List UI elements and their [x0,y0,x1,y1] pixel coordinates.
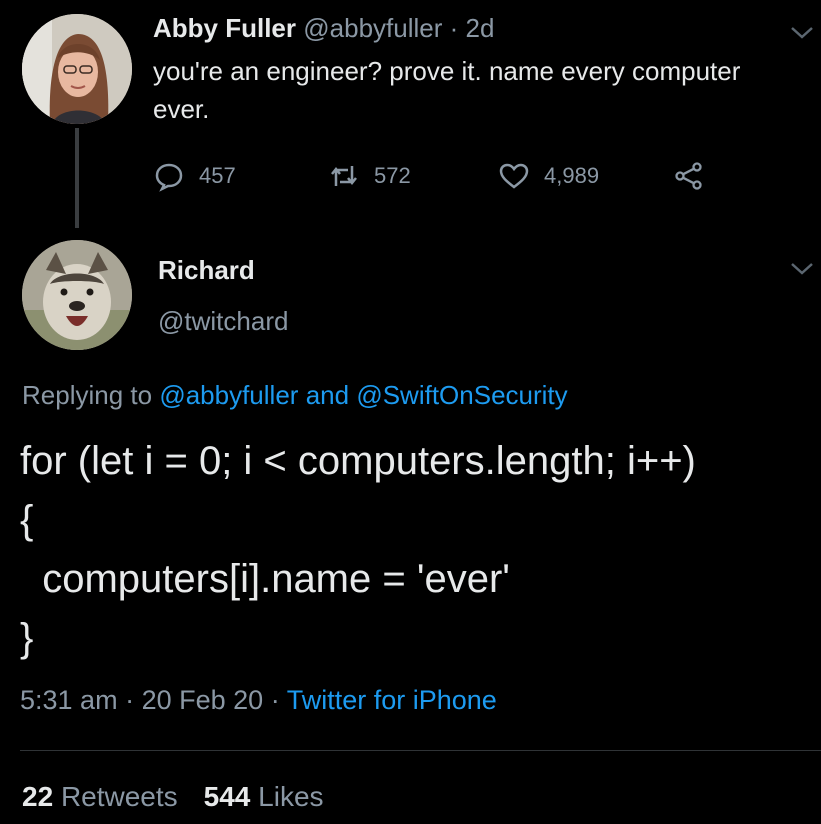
retweet-stat-count: 22 [22,781,54,812]
avatar-abby-fuller[interactable] [22,14,132,124]
reply-author-handle[interactable]: @twitchard [158,306,288,337]
replying-user-link[interactable]: @SwiftOnSecurity [356,380,567,410]
thread-connector-line [75,128,79,228]
retweet-count: 572 [374,163,411,188]
meta-separator: · [270,685,280,715]
meta-separator: · [125,685,135,715]
author-name[interactable]: Abby Fuller [153,13,296,43]
heart-icon [499,163,529,189]
header-separator: · [449,13,459,43]
replying-user-link[interactable]: @abbyfuller [159,380,298,410]
replying-to: Replying to @abbyfuller and @SwiftOnSecu… [22,380,568,411]
retweet-stat-label: Retweets [60,781,178,812]
retweets-stat[interactable]: 22 Retweets [22,781,178,812]
reply-count: 457 [199,163,236,188]
tweet-thread: Abby Fuller @abbyfuller · 2d you're an e… [0,0,821,824]
retweet-icon [331,166,357,186]
tweet-date[interactable]: 20 Feb 20 [142,685,264,715]
like-stat-count: 544 [203,781,251,812]
tweet-stats: 22 Retweets 544 Likes [22,781,324,813]
chevron-down-icon[interactable] [788,258,816,278]
author-handle[interactable]: @abbyfuller [303,13,442,43]
parent-tweet-text: you're an engineer? prove it. name every… [153,56,741,124]
chevron-down-icon[interactable] [788,22,816,42]
share-icon [675,162,702,190]
tweet-source-link[interactable]: Twitter for iPhone [287,685,497,715]
tweet-actions: 457 572 4,989 [153,156,713,196]
parent-tweet-header: Abby Fuller @abbyfuller · 2d [153,12,761,44]
reply-tweet-text: for (let i = 0; i < computers.length; i+… [20,439,696,660]
divider [20,750,821,751]
like-button[interactable]: 4,989 [498,156,599,196]
tweet-meta: 5:31 am · 20 Feb 20 · Twitter for iPhone [20,685,497,716]
reply-button[interactable]: 457 [153,156,236,196]
share-button[interactable] [673,156,719,196]
retweet-button[interactable]: 572 [328,156,411,196]
tweet-time[interactable]: 5:31 am [20,685,118,715]
likes-stat[interactable]: 544 Likes [204,781,324,812]
like-stat-label: Likes [258,781,324,812]
replying-prefix: Replying to [22,380,153,410]
like-count: 4,989 [544,163,600,188]
avatar-richard[interactable] [22,240,132,350]
tweet-age[interactable]: 2d [466,13,495,43]
replying-and[interactable]: and [306,380,349,410]
reply-author-name[interactable]: Richard [158,255,255,286]
reply-icon [155,163,183,192]
